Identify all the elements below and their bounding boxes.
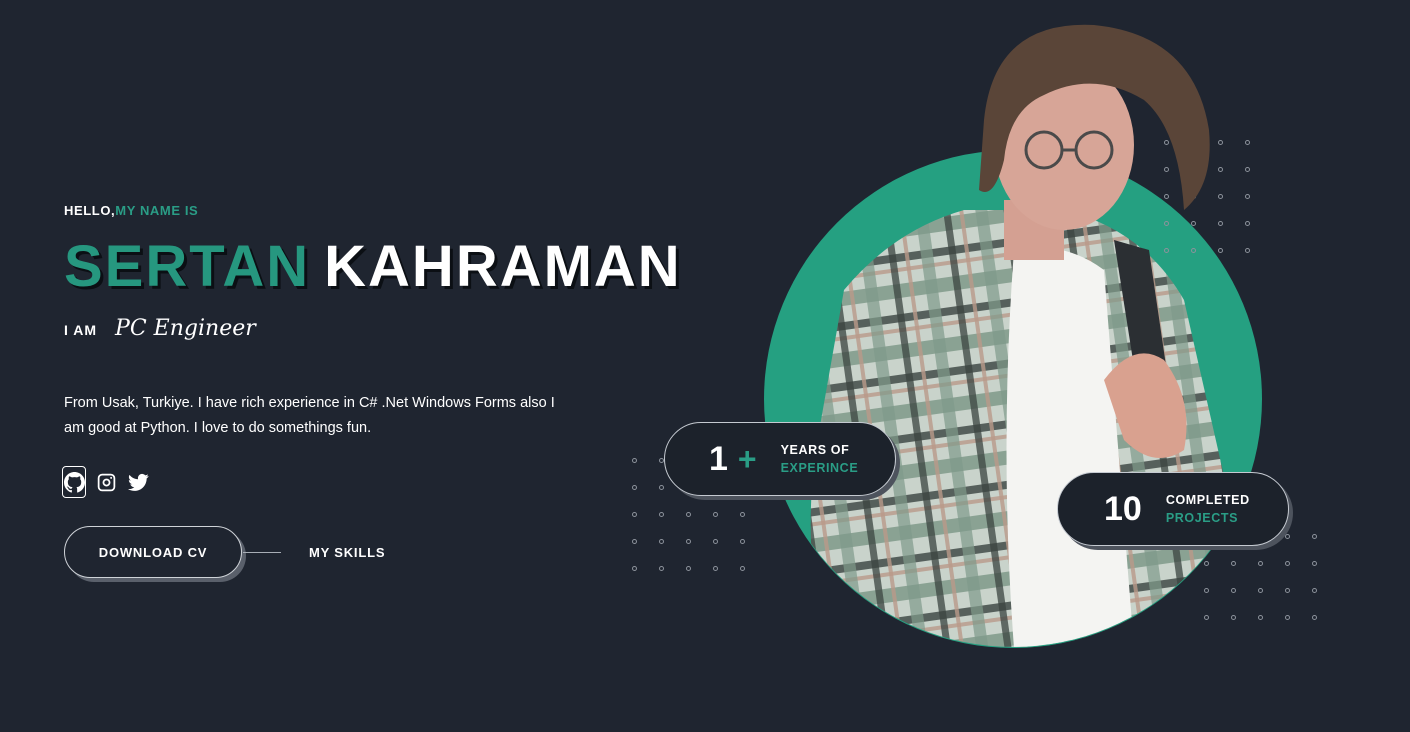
instagram-link[interactable] [94,467,118,497]
decorative-dot [713,566,718,571]
projects-label-2: PROJECTS [1165,511,1239,525]
experience-stat: 1 + YEARS OF EXPERINCE [664,422,896,496]
decorative-dot [632,566,637,571]
first-name: SERTAN [64,234,311,299]
decorative-dot [632,485,637,490]
decorative-dot [632,539,637,544]
decorative-dot [1312,588,1317,593]
experience-value: 1 [709,439,728,478]
hero-section: HELLO,MY NAME IS SERTAN KAHRAMAN I AM PC … [0,0,1410,732]
decorative-dot [659,566,664,571]
decorative-dot [740,566,745,571]
decorative-dot [1312,615,1317,620]
decorative-dot [686,539,691,544]
bio-text: From Usak, Turkiye. I have rich experien… [64,395,555,436]
twitter-link[interactable] [126,467,150,497]
decorative-dot [1312,534,1317,539]
profile-photo [810,24,1234,647]
decorative-dot [659,512,664,517]
decorative-dot [1285,588,1290,593]
last-name: KAHRAMAN [324,234,682,299]
greeting: HELLO,MY NAME IS [64,203,198,218]
experience-label-2: EXPERINCE [780,461,859,475]
decorative-dot [632,512,637,517]
projects-label-1: COMPLETED [1165,493,1250,507]
my-skills-link[interactable]: MY SKILLS [309,545,385,560]
experience-label-1: YEARS OF [780,443,850,457]
decorative-dot [713,512,718,517]
twitter-icon [127,473,149,491]
decorative-dot [659,485,664,490]
instagram-icon [97,473,115,491]
role-text: PC Engineer [115,316,256,341]
projects-value: 10 [1104,489,1142,528]
decorative-dot [740,512,745,517]
decorative-dot [632,458,637,463]
decorative-dot [713,539,718,544]
github-icon [63,471,85,492]
download-cv-button[interactable]: DOWNLOAD CV [64,526,242,578]
decorative-dot [1285,615,1290,620]
full-name-heading: SERTAN KAHRAMAN [64,238,682,296]
decorative-dot [1285,534,1290,539]
decorative-dot [1312,561,1317,566]
decorative-dot [686,512,691,517]
decorative-dot [659,539,664,544]
button-connector-line [243,552,281,553]
decorative-dot [740,539,745,544]
decorative-dot [1285,561,1290,566]
github-link[interactable] [62,466,86,498]
projects-stat: 10 COMPLETED PROJECTS [1057,472,1289,546]
greeting-hello: HELLO, [64,203,116,218]
iam-label: I AM [64,322,98,338]
greeting-my-name-is: MY NAME IS [115,203,199,218]
social-links [62,466,150,498]
experience-plus: + [737,440,757,477]
decorative-dot [686,566,691,571]
role-line: I AM PC Engineer [64,316,256,341]
